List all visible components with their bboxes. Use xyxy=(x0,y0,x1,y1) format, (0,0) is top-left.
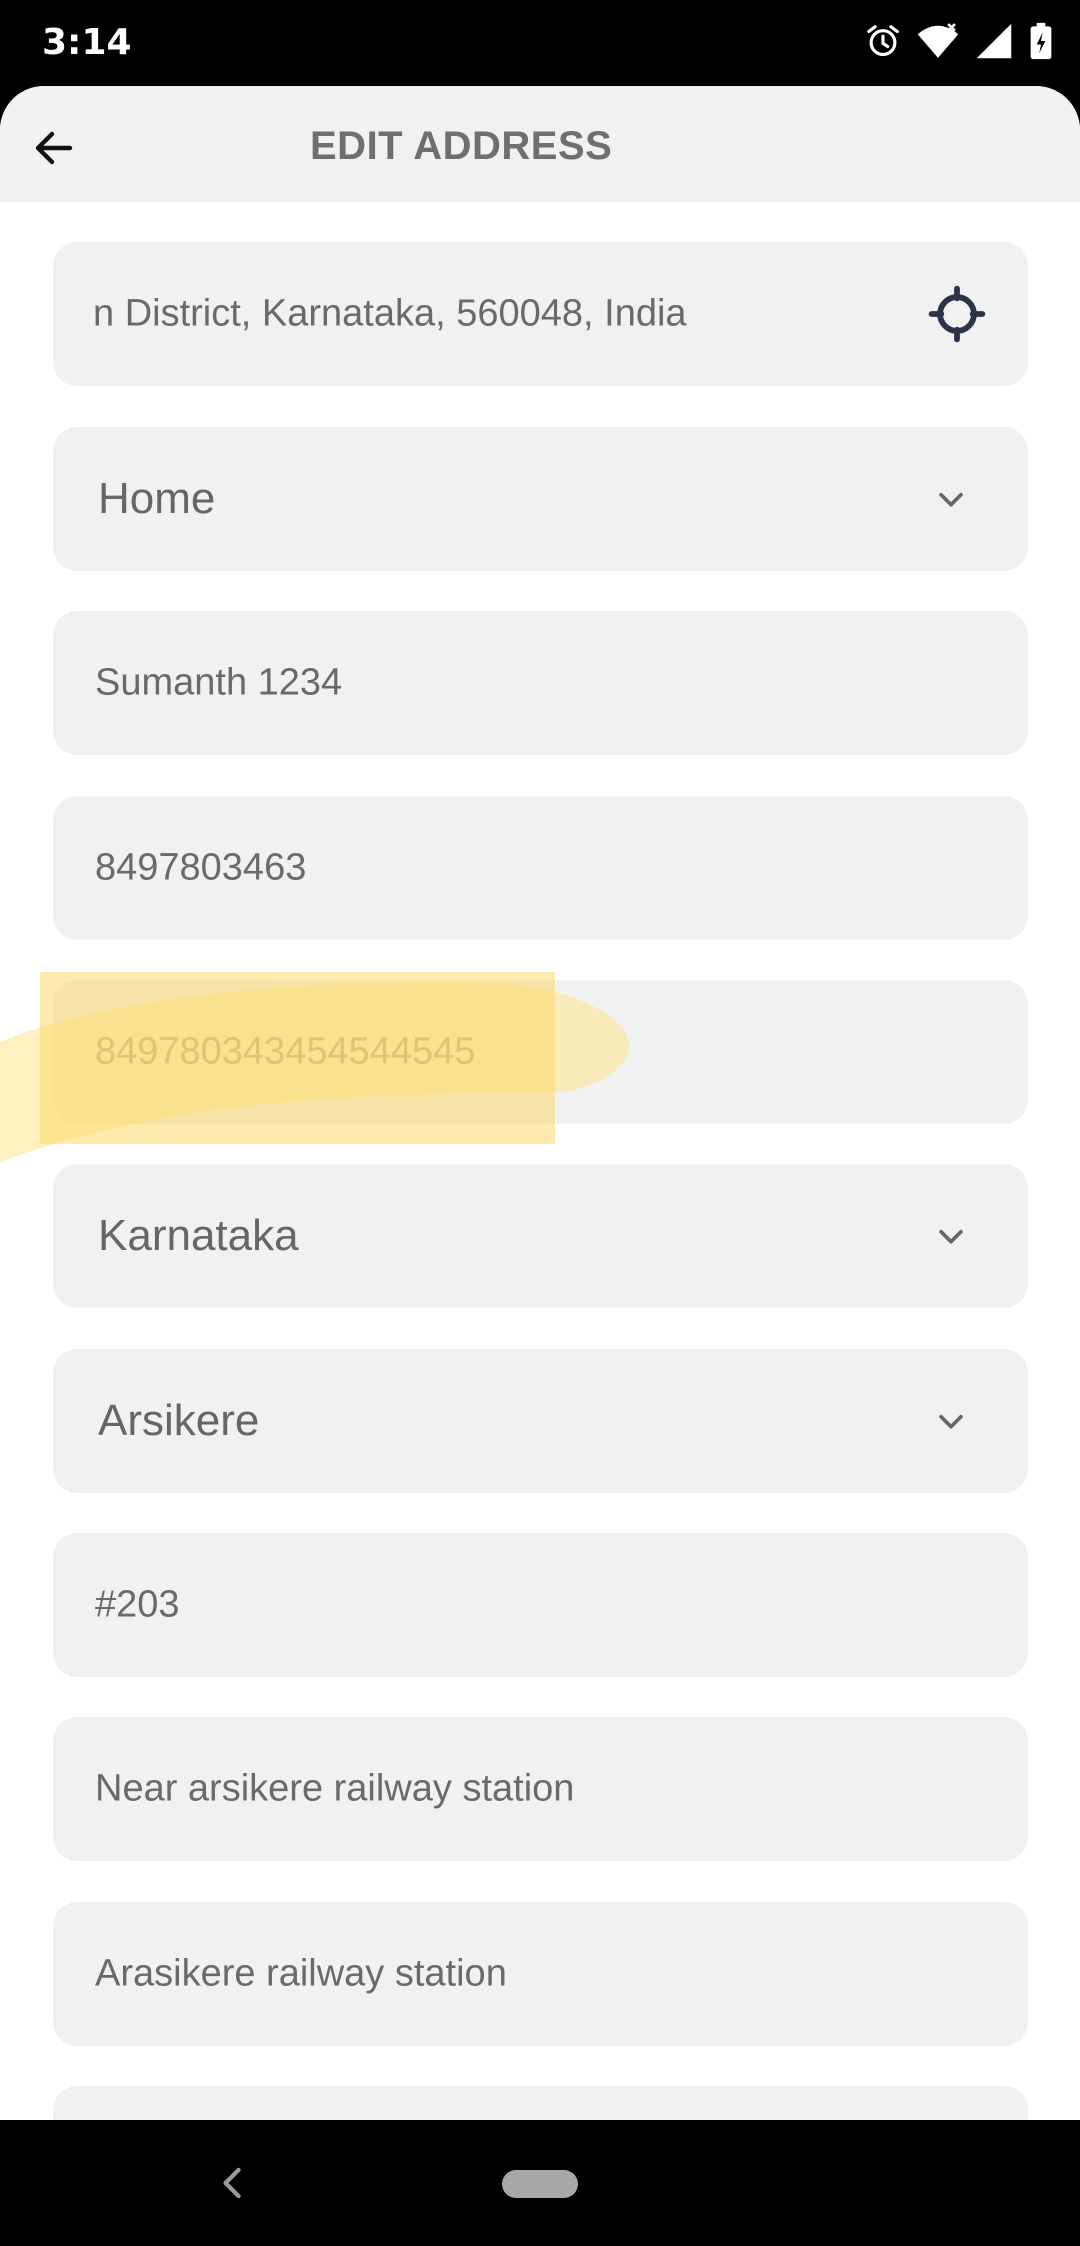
name-value: Sumanth 1234 xyxy=(95,661,343,704)
state-value: Karnataka xyxy=(98,1211,299,1260)
chevron-down-icon xyxy=(939,492,963,507)
address-type-value: Home xyxy=(98,474,216,523)
arrow-left-icon xyxy=(35,131,73,165)
gps-target-icon[interactable] xyxy=(928,285,986,343)
back-button[interactable] xyxy=(22,116,86,180)
page-title: EDIT ADDRESS xyxy=(310,124,613,168)
state-select[interactable]: Karnataka xyxy=(53,1164,1028,1308)
phone-field[interactable]: 8497803463 xyxy=(53,796,1028,940)
chevron-down-icon xyxy=(939,1414,963,1429)
chevron-down-icon xyxy=(939,1229,963,1244)
app-screen: EDIT ADDRESS n District, Karnataka, 5600… xyxy=(0,86,1080,2120)
alarm-icon xyxy=(867,25,899,57)
landmark-field[interactable]: Near arsikere railway station xyxy=(53,1717,1028,1861)
phone-value: 8497803463 xyxy=(95,846,307,889)
battery-icon xyxy=(1030,22,1052,60)
signal-icon xyxy=(976,23,1012,59)
status-time: 3:14 xyxy=(42,22,132,63)
nav-back-icon[interactable] xyxy=(218,2164,248,2202)
area-field[interactable]: Arasikere railway station xyxy=(53,1902,1028,2046)
name-field[interactable]: Sumanth 1234 xyxy=(53,611,1028,755)
app-header: EDIT ADDRESS xyxy=(0,86,1080,202)
system-nav-bar xyxy=(0,2120,1080,2246)
house-number-value: #203 xyxy=(95,1583,180,1626)
next-field[interactable] xyxy=(53,2086,1028,2120)
city-value: Arsikere xyxy=(98,1396,260,1445)
location-field[interactable]: n District, Karnataka, 560048, India xyxy=(53,242,1028,386)
nav-home-pill[interactable] xyxy=(502,2170,578,2198)
landmark-value: Near arsikere railway station xyxy=(95,1767,575,1810)
alternate-phone-field[interactable]: 849780343454544545 xyxy=(53,980,1028,1124)
alternate-phone-value: 849780343454544545 xyxy=(95,1030,476,1073)
house-number-field[interactable]: #203 xyxy=(53,1533,1028,1677)
city-select[interactable]: Arsikere xyxy=(53,1349,1028,1493)
status-icons xyxy=(864,22,1054,60)
location-value: n District, Karnataka, 560048, India xyxy=(93,292,687,335)
status-bar: 3:14 xyxy=(0,0,1080,86)
area-value: Arasikere railway station xyxy=(95,1952,507,1995)
wifi-icon xyxy=(917,23,959,58)
address-type-select[interactable]: Home xyxy=(53,427,1028,571)
